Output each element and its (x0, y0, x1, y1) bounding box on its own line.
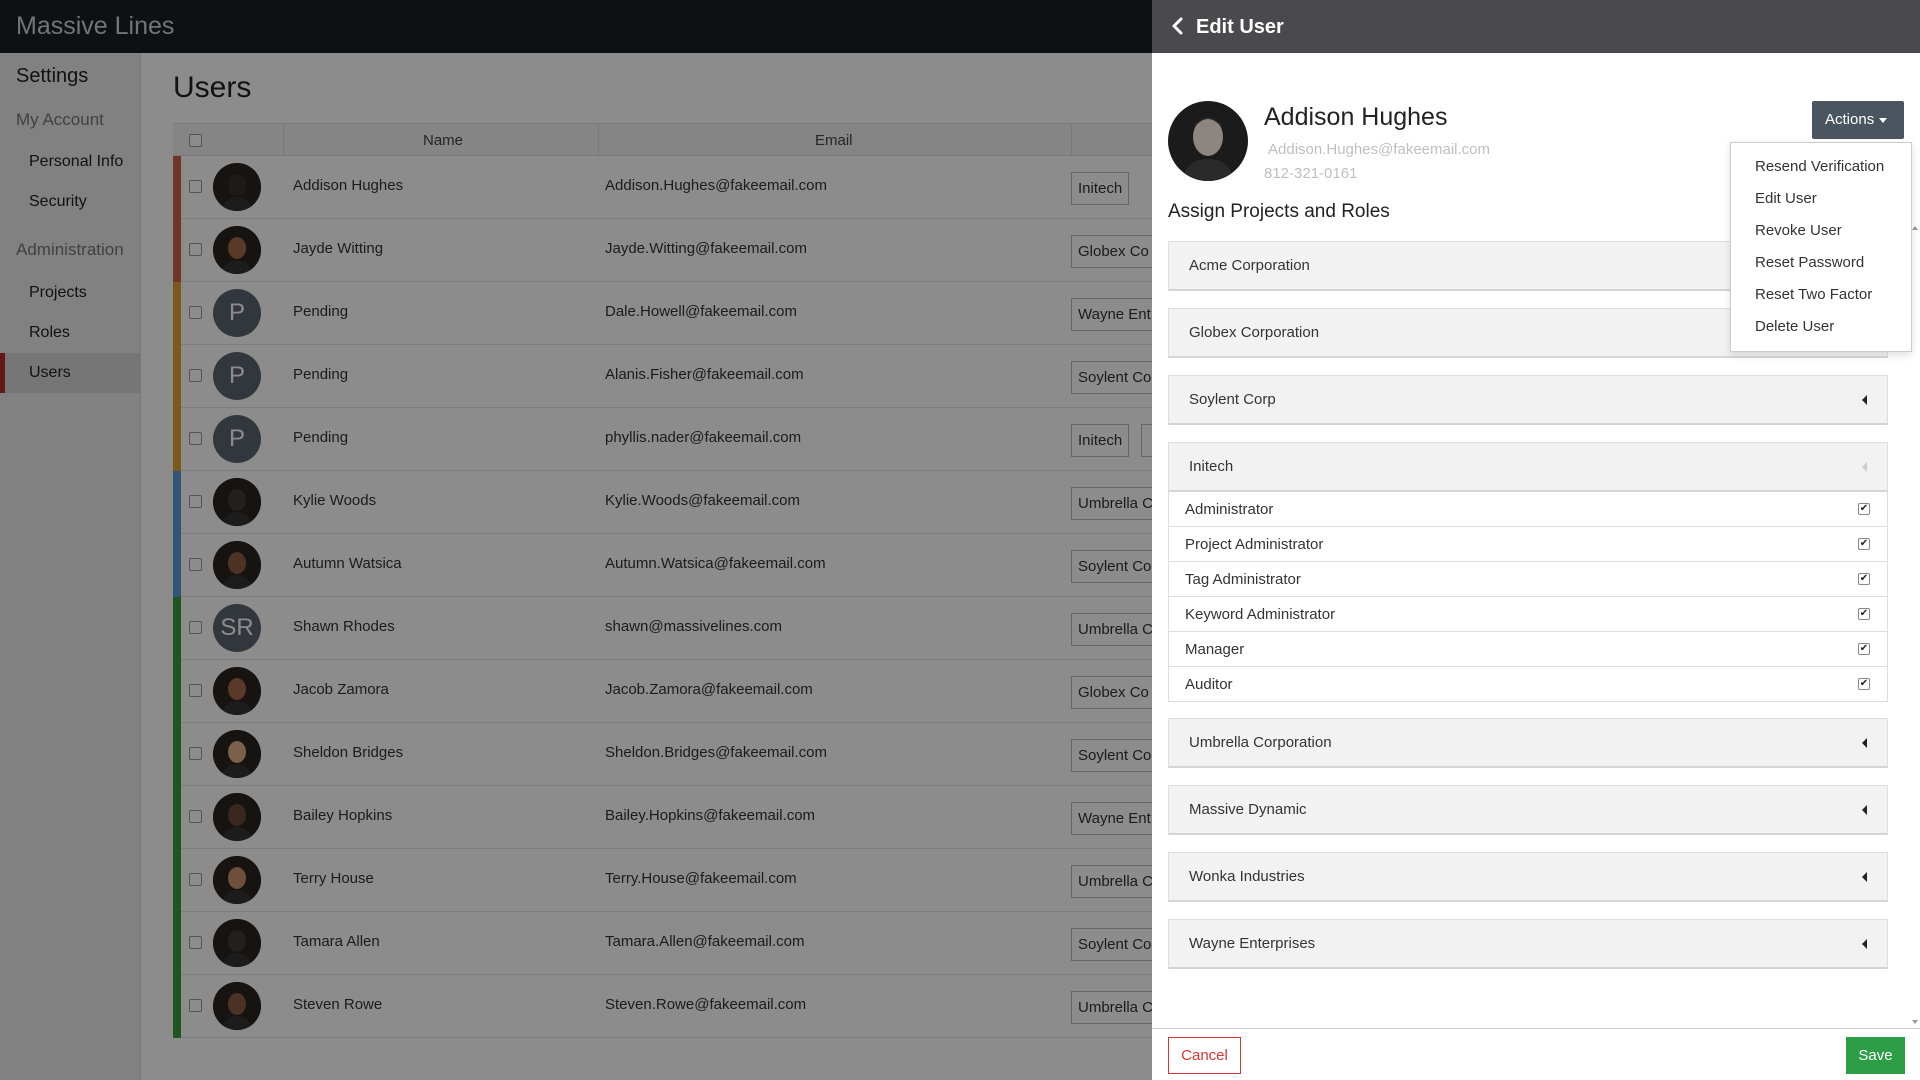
menu-item-resend-verification[interactable]: Resend Verification (1731, 151, 1911, 183)
project-name: Wayne Enterprises (1189, 935, 1316, 952)
role-label: Auditor (1185, 676, 1233, 693)
project-name: Initech (1189, 458, 1234, 475)
role-checkbox[interactable]: ✔ (1858, 678, 1870, 690)
chevron-left-icon[interactable] (1166, 14, 1190, 38)
role-label: Administrator (1185, 501, 1274, 518)
role-checkbox[interactable]: ✔ (1858, 643, 1870, 655)
caret-left-icon (1862, 872, 1867, 882)
project-initech[interactable]: Initech (1168, 442, 1888, 492)
role-row-manager: Manager ✔ (1168, 632, 1888, 667)
edit-user-drawer: Edit User Addison Hughes Addison.Hughes@… (1152, 0, 1920, 1080)
caret-left-icon (1862, 805, 1867, 815)
menu-item-edit-user[interactable]: Edit User (1731, 183, 1911, 215)
modal-backdrop[interactable] (0, 0, 1152, 1080)
user-name: Addison Hughes (1264, 103, 1448, 131)
project-wayne-enterprises[interactable]: Wayne Enterprises (1168, 919, 1888, 969)
caret-left-icon (1862, 462, 1867, 472)
caret-left-icon (1862, 939, 1867, 949)
actions-dropdown-button[interactable]: Actions (1812, 101, 1904, 139)
role-row-keyword-administrator: Keyword Administrator ✔ (1168, 597, 1888, 632)
caret-left-icon (1862, 738, 1867, 748)
footer-divider (1152, 1028, 1920, 1029)
project-name: Massive Dynamic (1189, 801, 1307, 818)
drawer-title: Edit User (1196, 16, 1284, 38)
save-button[interactable]: Save (1846, 1037, 1905, 1074)
role-row-tag-administrator: Tag Administrator ✔ (1168, 562, 1888, 597)
role-row-project-administrator: Project Administrator ✔ (1168, 527, 1888, 562)
drawer-header: Edit User (1152, 0, 1920, 53)
user-email: Addison.Hughes@fakeemail.com (1268, 141, 1491, 158)
section-title: Assign Projects and Roles (1168, 201, 1390, 222)
role-checkbox[interactable]: ✔ (1858, 503, 1870, 515)
role-checkbox[interactable]: ✔ (1858, 538, 1870, 550)
actions-label: Actions (1825, 111, 1875, 128)
project-name: Acme Corporation (1189, 257, 1310, 274)
menu-item-delete-user[interactable]: Delete User (1731, 311, 1911, 343)
project-name: Soylent Corp (1189, 391, 1276, 408)
menu-item-revoke-user[interactable]: Revoke User (1731, 215, 1911, 247)
role-row-auditor: Auditor ✔ (1168, 667, 1888, 702)
initech-roles-list: Administrator ✔ Project Administrator ✔ … (1168, 492, 1888, 702)
role-row-administrator: Administrator ✔ (1168, 492, 1888, 527)
actions-menu: Resend Verification Edit User Revoke Use… (1730, 142, 1912, 352)
menu-item-reset-two-factor[interactable]: Reset Two Factor (1731, 279, 1911, 311)
project-name: Umbrella Corporation (1189, 734, 1332, 751)
project-soylent-corp[interactable]: Soylent Corp (1168, 375, 1888, 425)
project-wonka-industries[interactable]: Wonka Industries (1168, 852, 1888, 902)
project-name: Wonka Industries (1189, 868, 1305, 885)
role-label: Keyword Administrator (1185, 606, 1336, 623)
user-avatar (1168, 101, 1248, 181)
role-label: Tag Administrator (1185, 571, 1301, 588)
role-label: Project Administrator (1185, 536, 1324, 553)
project-umbrella-corporation[interactable]: Umbrella Corporation (1168, 718, 1888, 768)
menu-item-reset-password[interactable]: Reset Password (1731, 247, 1911, 279)
caret-left-icon (1862, 395, 1867, 405)
project-massive-dynamic[interactable]: Massive Dynamic (1168, 785, 1888, 835)
cancel-button[interactable]: Cancel (1168, 1037, 1241, 1074)
caret-down-icon (1879, 117, 1888, 123)
project-name: Globex Corporation (1189, 324, 1320, 341)
user-phone: 812-321-0161 (1264, 165, 1358, 182)
role-checkbox[interactable]: ✔ (1858, 573, 1870, 585)
role-checkbox[interactable]: ✔ (1858, 608, 1870, 620)
role-label: Manager (1185, 641, 1245, 658)
